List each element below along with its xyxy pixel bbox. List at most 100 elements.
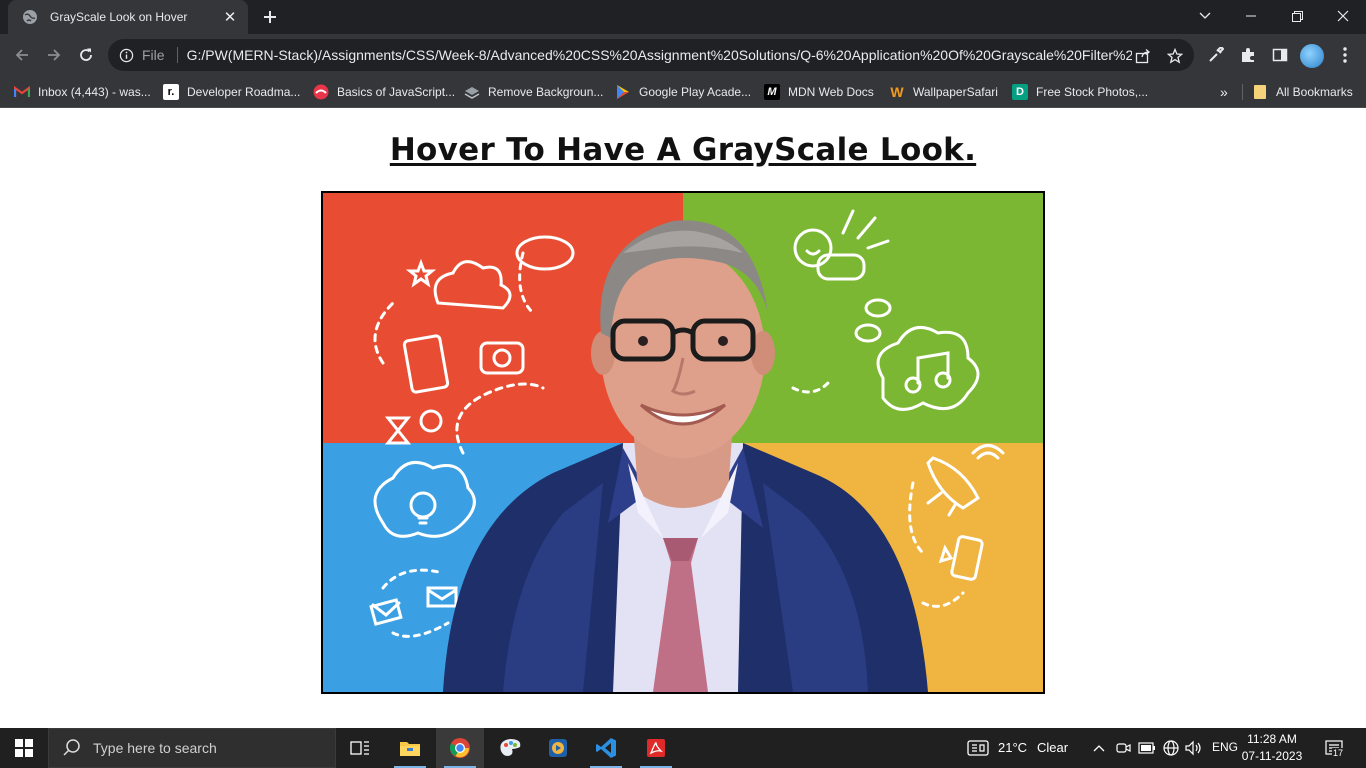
side-panel-icon[interactable]: [1271, 46, 1289, 64]
bookmark-label: Basics of JavaScript...: [337, 85, 456, 99]
browser-toolbar: File G:/PW(MERN-Stack)/Assignments/CSS/W…: [0, 34, 1366, 76]
bookmark-google-play[interactable]: Google Play Acade...: [615, 82, 751, 102]
bookmark-free-stock-photos[interactable]: D Free Stock Photos,...: [1012, 82, 1148, 102]
clock-date: 07-11-2023: [1241, 749, 1303, 763]
chrome-icon: [449, 738, 470, 758]
tab-search-button[interactable]: [1182, 0, 1228, 32]
all-bookmarks-folder[interactable]: All Bookmarks: [1252, 82, 1353, 102]
close-icon: [1337, 10, 1349, 22]
system-clock[interactable]: 11:28 AM 07-11-2023: [1240, 731, 1304, 765]
tab-title: GrayScale Look on Hover: [50, 10, 188, 24]
chevron-up-icon[interactable]: [1090, 739, 1108, 757]
reload-icon: [80, 48, 92, 61]
bookmark-label: Developer Roadma...: [187, 85, 301, 99]
bookmark-js-basics[interactable]: Basics of JavaScript...: [313, 82, 455, 102]
roadmap-icon: r.: [163, 84, 179, 100]
folder-icon: [400, 742, 420, 756]
windows-logo-icon: [15, 739, 33, 757]
weather-icon[interactable]: [966, 739, 990, 757]
bookmark-label: Remove Backgroun...: [488, 85, 604, 99]
restore-icon: [1291, 10, 1303, 22]
bookmarks-bar: Inbox (4,443) - was... r. Developer Road…: [0, 76, 1366, 108]
scheme-label: File: [142, 47, 165, 63]
tab-close-icon[interactable]: ✕: [222, 9, 238, 26]
plus-icon: [264, 11, 276, 23]
menu-kebab-icon[interactable]: [1336, 46, 1354, 64]
clock-time: 11:28 AM: [1247, 732, 1297, 746]
restore-button[interactable]: [1274, 0, 1320, 32]
bookmark-developer-roadmap[interactable]: r. Developer Roadma...: [163, 82, 300, 102]
bookmark-label: MDN Web Docs: [788, 85, 874, 99]
bookmark-label: Google Play Acade...: [639, 85, 752, 99]
input-language[interactable]: ENG: [1212, 740, 1238, 754]
taskbar-file-explorer[interactable]: [386, 728, 434, 768]
page-content: Hover To Have A GrayScale Look.: [0, 108, 1366, 728]
tab-grayscale-look[interactable]: GrayScale Look on Hover ✕: [8, 0, 248, 34]
grayscale-hover-image[interactable]: [321, 191, 1045, 694]
mdn-icon: M: [764, 84, 780, 100]
chevron-down-icon: [1199, 12, 1211, 19]
windows-taskbar: Type here to search 21°C Clear ENG 11:28…: [0, 728, 1366, 768]
taskbar-media-app[interactable]: [534, 728, 582, 768]
wallpapersafari-icon: W: [890, 84, 904, 100]
minimize-button[interactable]: [1228, 0, 1274, 32]
bookmark-remove-background[interactable]: Remove Backgroun...: [464, 82, 603, 102]
new-tab-button[interactable]: [258, 5, 282, 29]
remove-bg-icon: [464, 84, 480, 100]
profile-avatar[interactable]: [1300, 44, 1324, 68]
back-button[interactable]: [8, 41, 36, 69]
star-bookmark-icon[interactable]: [1166, 47, 1184, 65]
notification-count: 17: [1332, 748, 1345, 758]
url-text[interactable]: G:/PW(MERN-Stack)/Assignments/CSS/Week-8…: [187, 47, 1132, 63]
network-globe-icon[interactable]: [1162, 739, 1180, 757]
search-icon: [63, 739, 80, 756]
search-placeholder: Type here to search: [93, 740, 217, 756]
meet-now-icon[interactable]: [1114, 739, 1132, 757]
taskbar-chrome[interactable]: [436, 728, 484, 768]
folder-icon: [1252, 84, 1268, 100]
eyedropper-extension-icon[interactable]: [1207, 46, 1225, 64]
media-player-icon: [549, 739, 567, 757]
info-icon[interactable]: [118, 47, 134, 63]
weather-temperature[interactable]: 21°C: [998, 740, 1027, 755]
bookmarks-divider: [1242, 84, 1243, 100]
stock-photos-icon: D: [1012, 84, 1028, 100]
taskbar-vscode[interactable]: [582, 728, 630, 768]
weather-condition[interactable]: Clear: [1037, 740, 1068, 755]
battery-icon[interactable]: [1138, 739, 1156, 757]
task-view-icon: [350, 741, 369, 755]
gmail-icon: [14, 84, 30, 100]
forward-button[interactable]: [40, 41, 68, 69]
vscode-icon: [596, 738, 616, 758]
taskbar-paint-app[interactable]: [486, 728, 534, 768]
bookmark-label: WallpaperSafari: [913, 85, 998, 99]
taskbar-search[interactable]: Type here to search: [48, 728, 336, 768]
share-icon[interactable]: [1134, 47, 1152, 65]
task-view-button[interactable]: [336, 728, 384, 768]
address-bar[interactable]: File G:/PW(MERN-Stack)/Assignments/CSS/W…: [108, 39, 1194, 71]
pdf-icon: [647, 739, 665, 757]
bookmark-inbox[interactable]: Inbox (4,443) - was...: [14, 82, 151, 102]
paint-palette-icon: [500, 739, 521, 756]
taskbar-pdf-reader[interactable]: [632, 728, 680, 768]
bookmark-label: Free Stock Photos,...: [1036, 85, 1149, 99]
globe-icon: [22, 9, 38, 25]
reload-button[interactable]: [72, 41, 100, 69]
bookmark-mdn[interactable]: M MDN Web Docs: [764, 82, 874, 102]
arrow-right-icon: [48, 49, 61, 61]
extensions-puzzle-icon[interactable]: [1239, 46, 1257, 64]
more-bookmarks-chevron[interactable]: »: [1220, 84, 1228, 100]
arrow-left-icon: [15, 49, 28, 61]
js-basics-icon: [313, 84, 329, 100]
start-button[interactable]: [0, 728, 48, 768]
google-play-icon: [615, 84, 631, 100]
portrait-photo: [323, 193, 1043, 692]
page-heading: Hover To Have A GrayScale Look.: [389, 132, 977, 168]
bookmark-label: Inbox (4,443) - was...: [38, 85, 151, 99]
omnibox-divider: [176, 47, 178, 63]
close-window-button[interactable]: [1320, 0, 1366, 32]
bookmark-wallpapersafari[interactable]: W WallpaperSafari: [889, 82, 998, 102]
browser-titlebar: GrayScale Look on Hover ✕: [0, 0, 1366, 34]
volume-icon[interactable]: [1185, 739, 1203, 757]
all-bookmarks-label: All Bookmarks: [1276, 85, 1353, 99]
